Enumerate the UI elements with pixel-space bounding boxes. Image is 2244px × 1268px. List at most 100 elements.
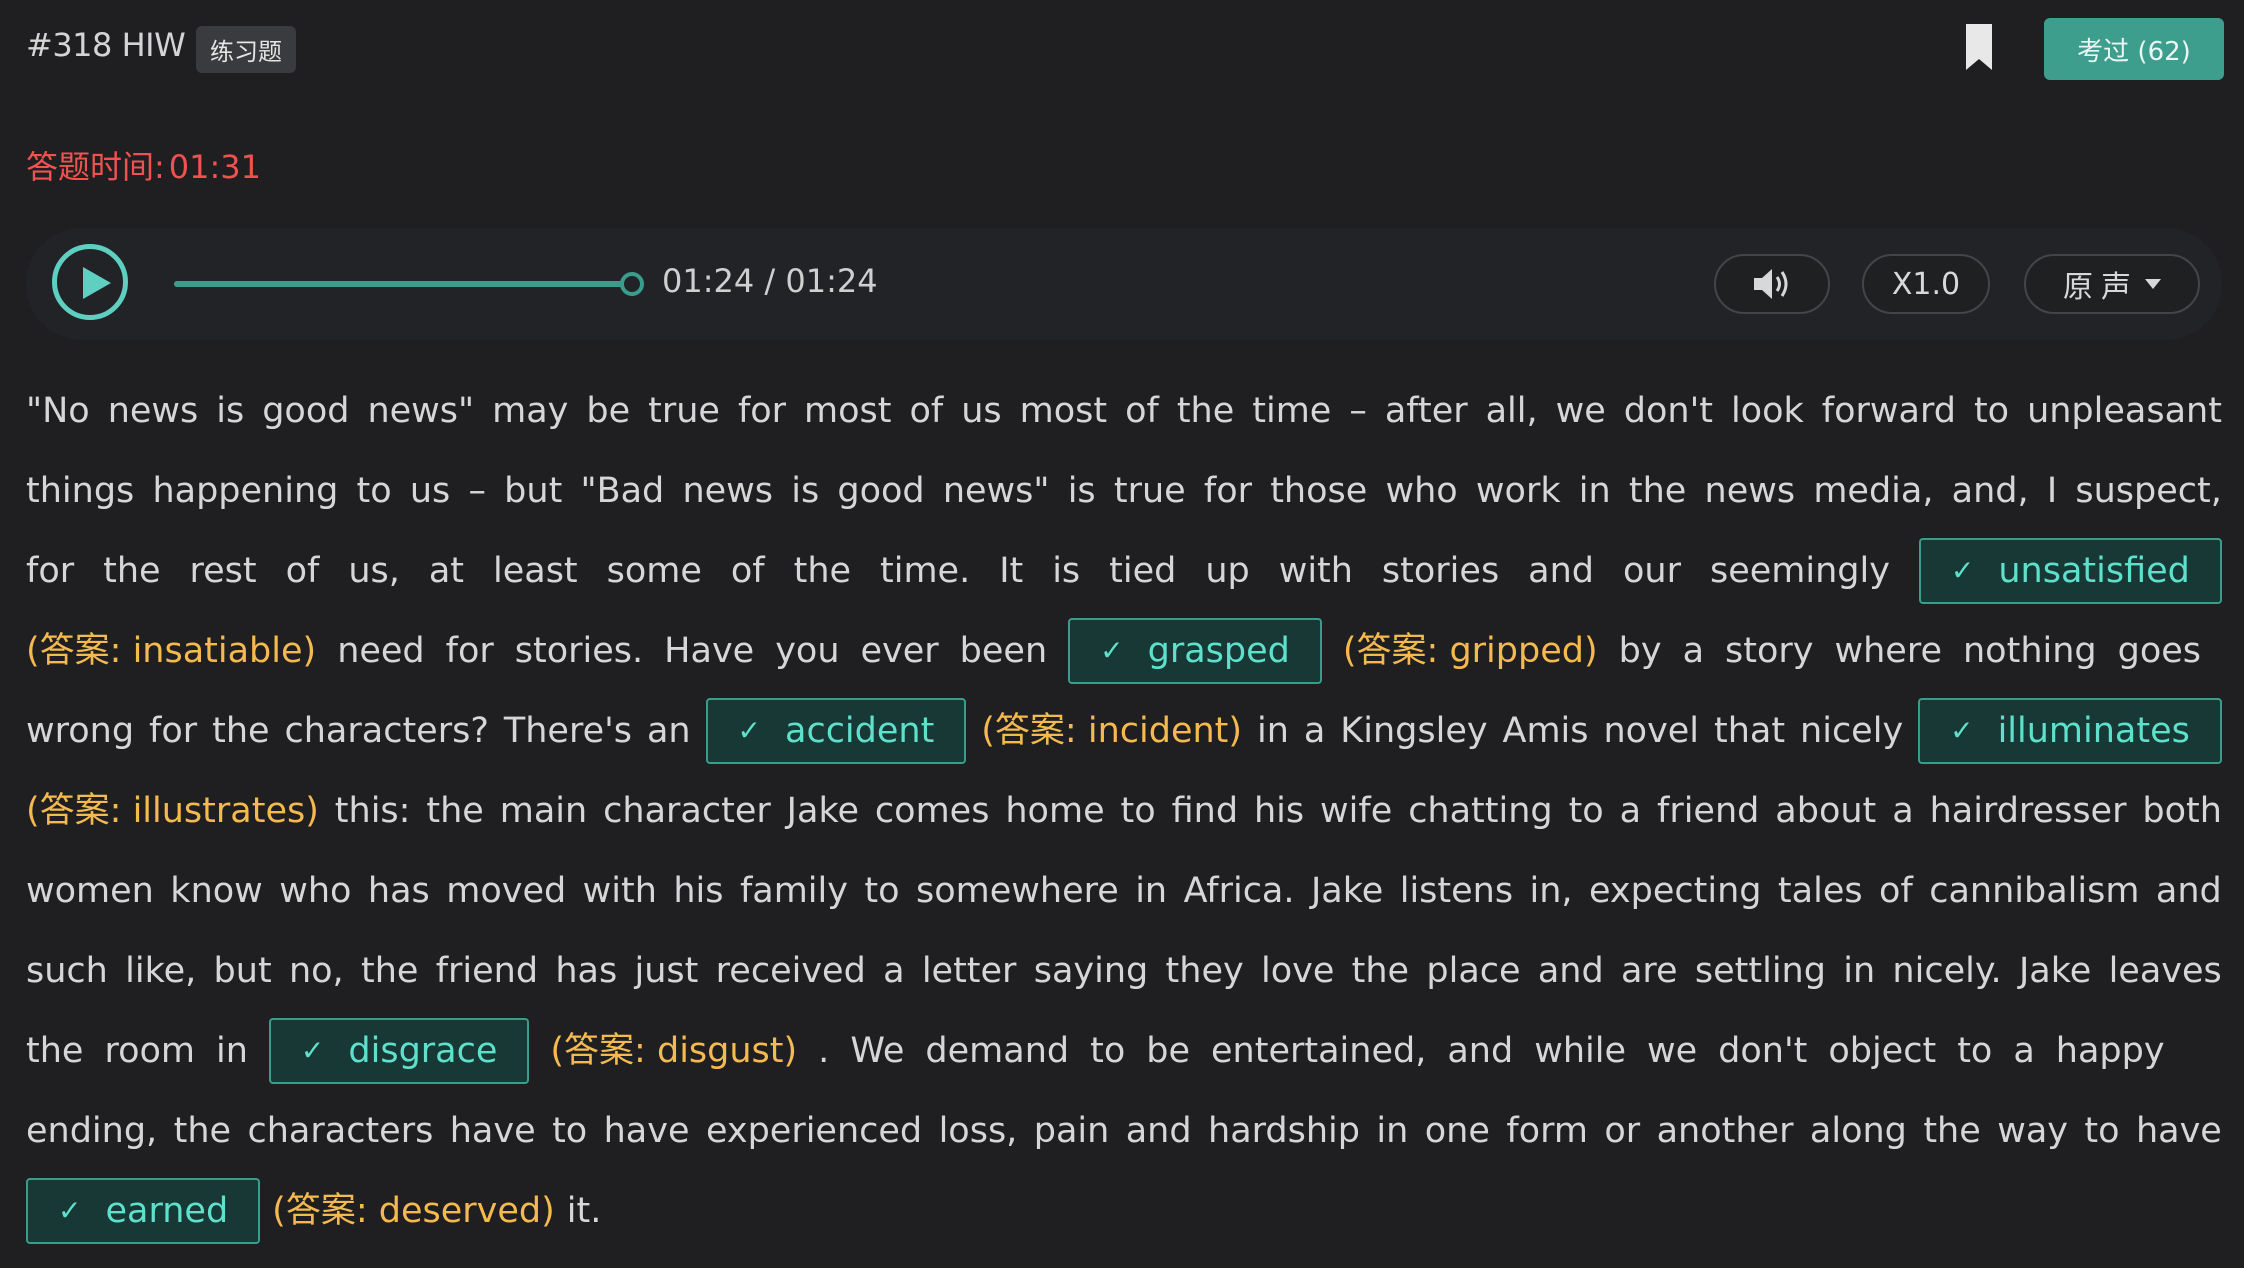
answer-blank[interactable]: ✓ unsatisfied: [1918, 538, 2222, 604]
word: rest: [189, 551, 257, 591]
play-icon: [83, 267, 111, 299]
word: in: [1578, 471, 1611, 511]
correct-answer: (答案: incident): [981, 711, 1243, 751]
word: his: [673, 871, 724, 911]
check-icon: ✓: [737, 714, 761, 747]
passage-line: (答案: illustrates) this: the main character Ja…: [26, 771, 2222, 851]
answer-blank[interactable]: ✓ earned: [26, 1178, 261, 1244]
word: object: [1828, 1031, 1937, 1071]
punctuation: .: [818, 1031, 830, 1071]
practice-tag: 练习题: [196, 26, 296, 73]
word: of: [285, 551, 320, 591]
word: or: [1604, 1111, 1641, 1151]
word: just: [634, 951, 699, 991]
word: don't: [1623, 391, 1713, 431]
word: we: [1555, 391, 1606, 431]
word: in: [216, 1031, 248, 1071]
word: I: [2046, 471, 2058, 511]
word: in: [1135, 871, 1168, 911]
check-icon: ✓: [1950, 554, 1975, 587]
check-icon: ✓: [1100, 634, 1124, 667]
word: cannibalism: [1929, 871, 2140, 911]
word: main: [499, 791, 588, 831]
word: this:: [334, 791, 411, 831]
word: is: [1052, 551, 1081, 591]
word: Jake: [1310, 871, 1384, 911]
word: about: [1775, 791, 1877, 831]
word: is: [1067, 471, 1096, 511]
word: true: [648, 391, 720, 431]
word: the: [26, 1031, 84, 1071]
word: another: [1656, 1111, 1794, 1151]
word: work: [1475, 471, 1561, 511]
word: novel: [1603, 711, 1700, 751]
passage-line: ✓ earned (答案: deserved) it.: [26, 1171, 2222, 1251]
word: a: [883, 951, 905, 991]
word: the: [1176, 391, 1235, 431]
word: up: [1205, 551, 1250, 591]
word: with: [582, 871, 657, 911]
entered-answer: accident: [785, 711, 935, 751]
word: ending,: [26, 1111, 158, 1151]
word: don't: [1718, 1031, 1808, 1071]
word: be: [586, 391, 631, 431]
word: nothing: [1963, 631, 2097, 671]
word: comes: [874, 791, 990, 831]
answer-blank[interactable]: ✓ accident: [705, 698, 967, 764]
word: with: [1278, 551, 1353, 591]
progress-track[interactable]: [174, 281, 634, 287]
header: #318 HIW 练习题 考过 (62): [26, 18, 2224, 82]
answer-blank[interactable]: ✓ disgrace: [268, 1018, 530, 1084]
bookmark-icon[interactable]: [1964, 22, 1994, 72]
volume-button[interactable]: [1714, 254, 1830, 314]
word: in: [1376, 1111, 1409, 1151]
word: who: [1385, 471, 1458, 511]
answer-timer: 答题时间: 01:31: [26, 142, 261, 188]
word: "Bad: [580, 471, 665, 511]
answer-blank[interactable]: ✓ illuminates: [1918, 698, 2222, 764]
voice-select[interactable]: 原声: [2024, 254, 2200, 314]
word: form: [1506, 1111, 1588, 1151]
word: nicely: [1800, 711, 1904, 751]
word: for: [1203, 471, 1253, 511]
word: news": [942, 471, 1050, 511]
word: is: [216, 391, 245, 431]
word: of: [909, 391, 944, 431]
word: hardship: [1208, 1111, 1360, 1151]
word: news: [107, 391, 199, 431]
word: women: [26, 871, 154, 911]
word: "No: [26, 391, 90, 431]
word: the: [360, 951, 419, 991]
word: like,: [125, 951, 197, 991]
word: no,: [288, 951, 344, 991]
word: an: [646, 711, 691, 751]
word: need: [337, 631, 425, 671]
progress-handle[interactable]: [620, 272, 644, 296]
voice-label: 原声: [2063, 270, 2139, 305]
word: time.: [880, 551, 971, 591]
timer-value: 01:31: [168, 148, 262, 186]
speed-button[interactable]: X1.0: [1862, 254, 1990, 314]
word: entertained,: [1211, 1031, 1427, 1071]
answer-blank[interactable]: ✓ grasped: [1068, 618, 1322, 684]
play-button[interactable]: [52, 244, 128, 320]
word: good: [262, 391, 350, 431]
word: experienced: [705, 1111, 923, 1151]
word: for: [149, 711, 198, 751]
word: it.: [566, 1191, 602, 1231]
word: find: [1171, 791, 1239, 831]
word: news": [367, 391, 475, 431]
exam-count-button[interactable]: 考过 (62): [2044, 18, 2224, 80]
word: Amis: [1502, 711, 1589, 751]
word: all,: [1485, 391, 1538, 431]
word: have: [2135, 1111, 2222, 1151]
word: to: [1568, 791, 1604, 831]
passage-line: wrong for the characters? There's an ✓ accident…: [26, 691, 2222, 771]
word: things: [26, 471, 135, 511]
word: expecting: [1589, 871, 1762, 911]
word: we: [1646, 1031, 1698, 1071]
word: moved: [446, 871, 567, 911]
caret-down-icon: [2145, 279, 2161, 289]
word: of: [730, 551, 765, 591]
word: a: [1303, 711, 1326, 751]
